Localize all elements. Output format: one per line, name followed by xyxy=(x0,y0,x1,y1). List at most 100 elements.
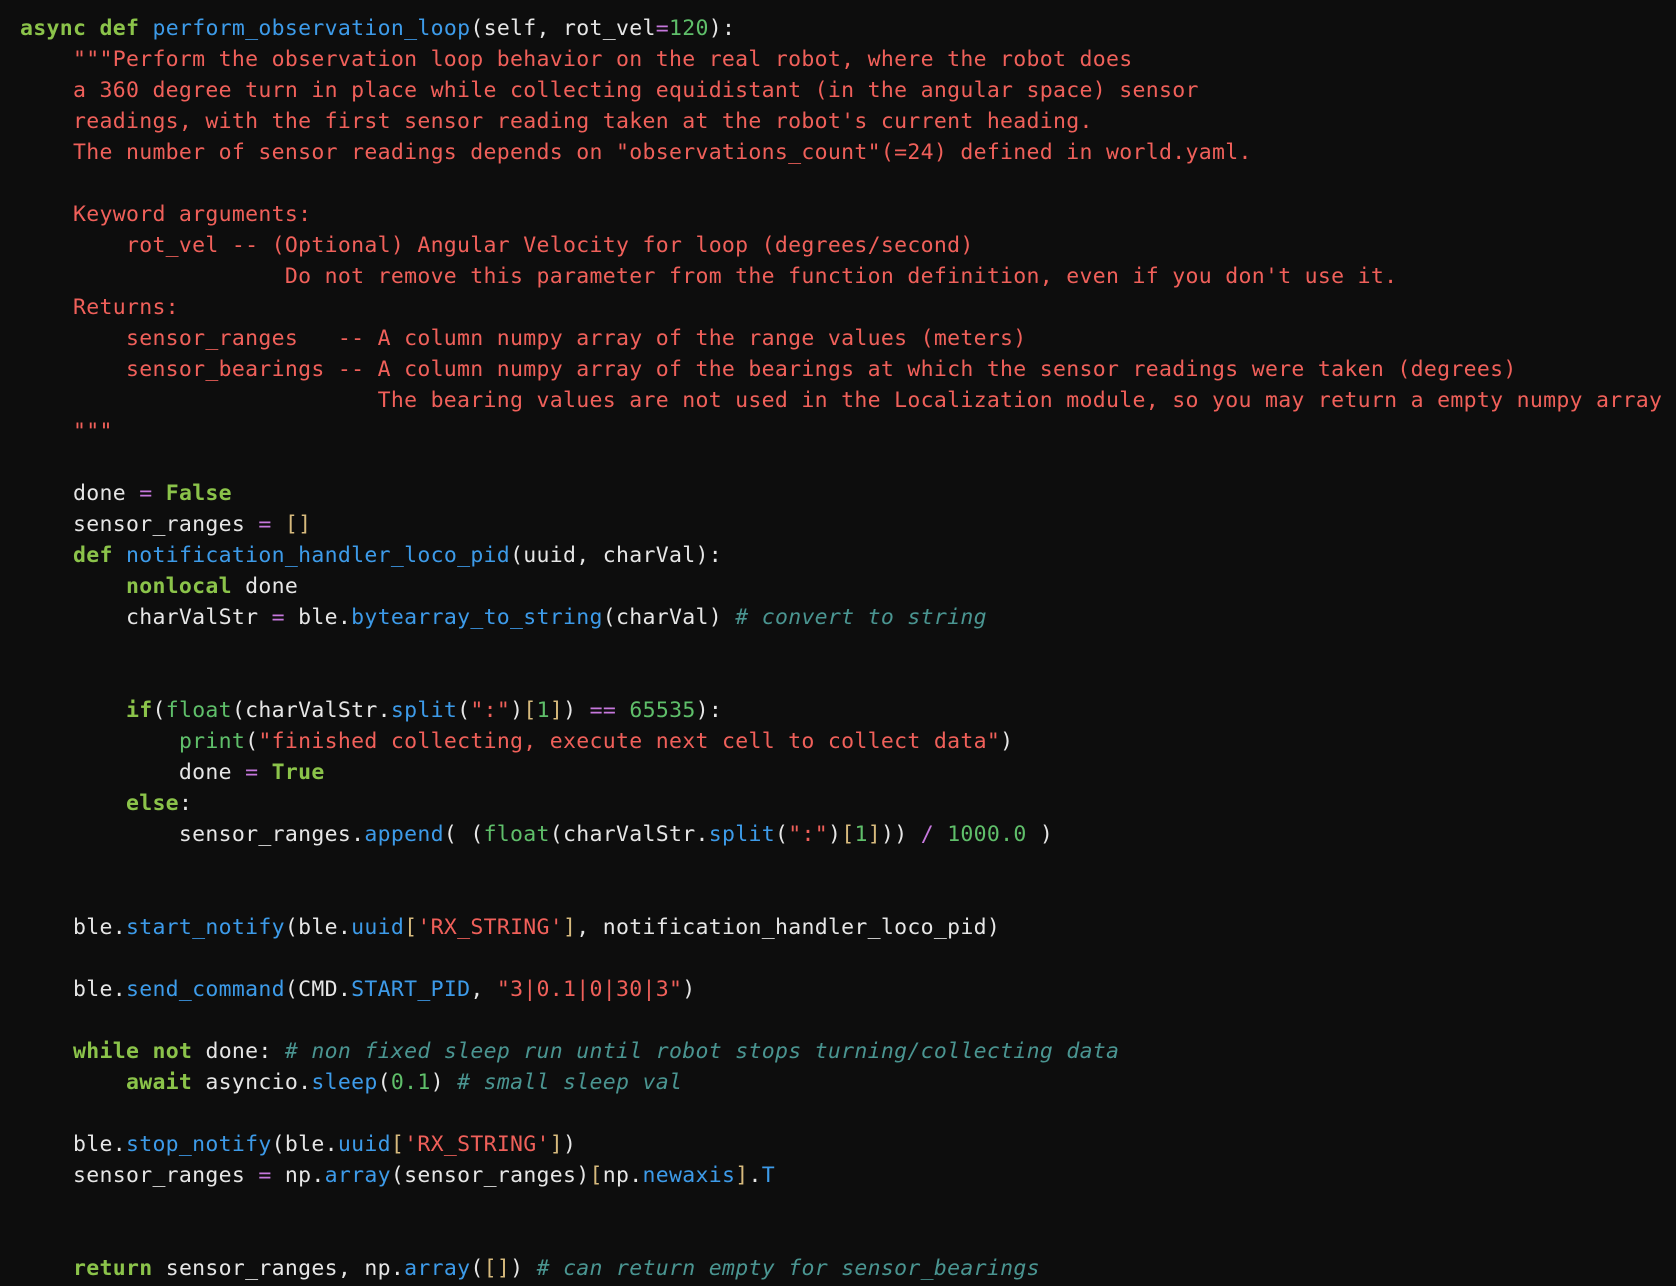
code-token: not xyxy=(152,1039,193,1064)
code-token: ] xyxy=(549,1132,564,1157)
code-token: ) xyxy=(430,1070,458,1095)
code-token: = xyxy=(258,512,272,537)
code-token: np. xyxy=(271,1163,325,1188)
code-token: 1 xyxy=(854,822,868,847)
code-line: Returns: xyxy=(20,292,1662,323)
code-token: ] xyxy=(867,822,881,847)
code-token: [ xyxy=(390,1132,405,1157)
code-token: START_PID xyxy=(351,977,471,1002)
code-token: stop_notify xyxy=(125,1132,272,1157)
code-token: start_notify xyxy=(125,915,285,940)
code-token: # non fixed sleep run until robot stops … xyxy=(284,1039,1120,1064)
code-line: await asyncio.sleep(0.1) # small sleep v… xyxy=(20,1067,1662,1098)
code-token: 1 xyxy=(536,698,550,723)
code-token: 'RX_STRING' xyxy=(417,915,564,940)
code-token: ) xyxy=(510,698,524,723)
code-token: Do not remove this parameter from the fu… xyxy=(20,264,1398,289)
code-token: else xyxy=(125,791,179,816)
code-token: = xyxy=(655,16,669,41)
code-token: / xyxy=(920,822,934,847)
code-token: ( xyxy=(245,729,259,754)
code-token: = xyxy=(139,481,153,506)
code-token: ble. xyxy=(284,605,352,630)
code-token: [ xyxy=(523,698,537,723)
code-token: # small sleep val xyxy=(457,1070,683,1095)
code-line: """Perform the observation loop behavior… xyxy=(20,44,1662,75)
code-line: sensor_ranges.append( (float(charValStr.… xyxy=(20,819,1662,850)
code-line: """ xyxy=(20,416,1662,447)
code-token: 0.1 xyxy=(390,1070,431,1095)
code-token: = xyxy=(271,605,285,630)
code-token: send_command xyxy=(125,977,285,1002)
code-token: """ xyxy=(20,419,113,444)
code-line: ble.send_command(CMD.START_PID, "3|0.1|0… xyxy=(20,974,1662,1005)
code-token: True xyxy=(271,760,325,785)
code-token: (sensor_ranges) xyxy=(390,1163,590,1188)
code-line: if(float(charValStr.split(":")[1]) == 65… xyxy=(20,695,1662,726)
code-token: 'RX_STRING' xyxy=(404,1132,550,1157)
code-token: return xyxy=(72,1256,153,1281)
code-token: "finished collecting, execute next cell … xyxy=(258,729,1001,754)
code-token: ] xyxy=(563,915,577,940)
code-token: ] xyxy=(549,698,564,723)
code-token: ) xyxy=(510,1256,537,1281)
code-token: charValStr xyxy=(20,605,272,630)
code-token: float xyxy=(483,822,550,847)
code-token: , xyxy=(470,977,497,1002)
code-token: The number of sensor readings depends on… xyxy=(20,140,1252,165)
code-token: 1000.0 xyxy=(947,822,1027,847)
code-token: ) xyxy=(1000,729,1014,754)
code-editor: async def perform_observation_loop(self,… xyxy=(20,13,1662,1284)
code-line: readings, with the first sensor reading … xyxy=(20,106,1662,137)
code-token: ) xyxy=(563,698,590,723)
code-token: == xyxy=(589,698,617,723)
code-token: sensor_ranges, np. xyxy=(152,1256,405,1281)
code-token: 120 xyxy=(669,16,709,41)
code-token: The bearing values are not used in the L… xyxy=(20,388,1663,413)
code-token: 65535 xyxy=(629,698,696,723)
code-token: (CMD. xyxy=(284,977,352,1002)
code-token: (charValStr. xyxy=(231,698,391,723)
code-token: ble. xyxy=(20,977,126,1002)
code-token: done xyxy=(231,574,299,599)
code-token: nonlocal xyxy=(125,574,232,599)
code-line: Keyword arguments: xyxy=(20,199,1662,230)
code-token: Keyword arguments: xyxy=(20,202,312,227)
code-token: # can return empty for sensor_bearings xyxy=(536,1256,1040,1281)
code-token: [] xyxy=(284,512,312,537)
code-token: ":" xyxy=(788,822,828,847)
code-token: # convert to string xyxy=(735,605,987,630)
code-line: sensor_bearings -- A column numpy array … xyxy=(20,354,1662,385)
code-token: rot_vel -- (Optional) Angular Velocity f… xyxy=(20,233,974,258)
code-token: : xyxy=(178,791,193,816)
code-line: while not done: # non fixed sleep run un… xyxy=(20,1036,1662,1067)
code-line: charValStr = ble.bytearray_to_string(cha… xyxy=(20,602,1662,633)
code-token: print xyxy=(178,729,246,754)
code-token: sensor_ranges -- A column numpy array of… xyxy=(20,326,1027,351)
code-token: (charVal) xyxy=(602,605,736,630)
code-line: def notification_handler_loco_pid(uuid, … xyxy=(20,540,1662,571)
code-token: newaxis xyxy=(642,1163,736,1188)
code-line: print("finished collecting, execute next… xyxy=(20,726,1662,757)
code-token: array xyxy=(324,1163,391,1188)
code-token: . xyxy=(748,1163,762,1188)
code-line: sensor_ranges = np.array(sensor_ranges)[… xyxy=(20,1160,1662,1191)
code-line: ble.start_notify(ble.uuid['RX_STRING'], … xyxy=(20,912,1662,943)
code-token: float xyxy=(165,698,232,723)
code-token: ) xyxy=(682,977,696,1002)
code-token: a 360 degree turn in place while collect… xyxy=(20,78,1199,103)
